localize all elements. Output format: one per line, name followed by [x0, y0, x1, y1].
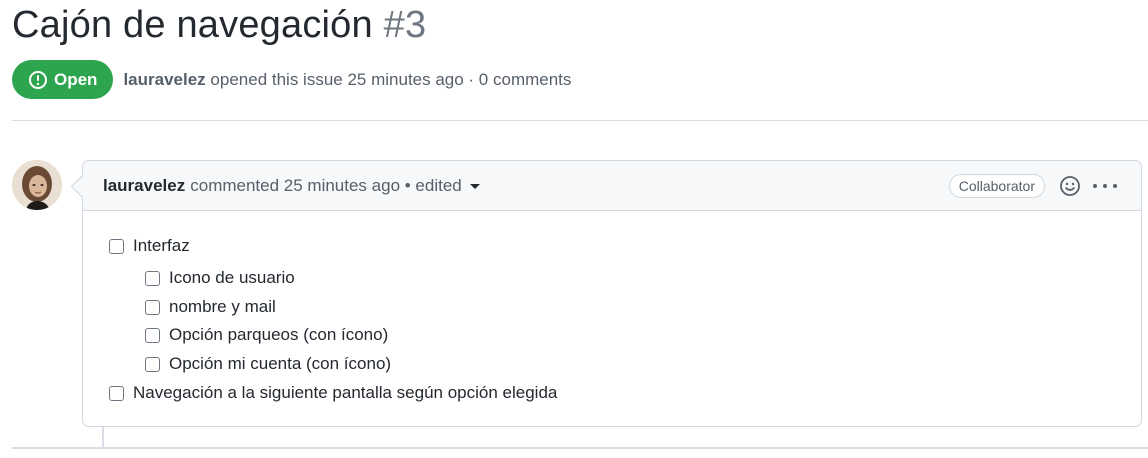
task-label: Opción parqueos (con ícono) [169, 325, 389, 344]
caret-down-icon [469, 183, 480, 189]
timeline-line [102, 427, 104, 447]
timeline-divider [12, 447, 1148, 449]
task-checkbox[interactable] [109, 385, 124, 401]
issue-number: #3 [383, 4, 427, 46]
task-item: Navegación a la siguiente pantalla según… [109, 383, 557, 403]
task-checkbox[interactable] [109, 238, 124, 254]
issue-state-badge: Open [12, 60, 114, 99]
task-item: Opción mi cuenta (con ícono) [145, 354, 391, 374]
task-checkbox[interactable] [145, 327, 160, 343]
header-divider [12, 120, 1148, 121]
issue-opened-icon [29, 70, 47, 89]
task-label: nombre y mail [169, 297, 276, 316]
comment-header: lauravelez commented 25 minutes ago • ed… [83, 161, 1141, 211]
issue-title-text: Cajón de navegación [12, 4, 373, 46]
comment-meta-text: commented 25 minutes ago • edited [190, 175, 462, 195]
kebab-menu-icon[interactable] [1093, 175, 1117, 197]
task-item: Opción parqueos (con ícono) [145, 325, 388, 345]
issue-state-label: Open [54, 69, 98, 89]
task-item: Interfaz [109, 236, 190, 256]
smiley-icon [1060, 176, 1080, 196]
task-label: Navegación a la siguiente pantalla según… [133, 383, 558, 402]
issue-title: Cajón de navegación #3 [12, 4, 426, 47]
task-label: Opción mi cuenta (con ícono) [169, 354, 392, 373]
task-item: nombre y mail [145, 297, 276, 317]
comment-author-link[interactable]: lauravelez [103, 176, 185, 196]
task-item: Icono de usuario [145, 268, 295, 288]
comment-box: lauravelez commented 25 minutes ago • ed… [82, 160, 1142, 427]
add-reaction-button[interactable] [1059, 175, 1081, 197]
task-checkbox[interactable] [145, 356, 160, 372]
task-checkbox[interactable] [145, 299, 160, 315]
avatar-image [12, 160, 62, 210]
issue-author-link[interactable]: lauravelez [123, 70, 205, 89]
task-label: Icono de usuario [169, 268, 295, 287]
issue-meta: Open lauravelez opened this issue 25 min… [12, 60, 571, 99]
issue-opened-text: opened this issue 25 minutes ago · 0 com… [210, 69, 572, 89]
task-label: Interfaz [133, 236, 190, 255]
task-checkbox[interactable] [145, 270, 160, 286]
role-badge: Collaborator [948, 174, 1045, 198]
comment-meta[interactable]: commented 25 minutes ago • edited [190, 176, 480, 196]
avatar[interactable] [12, 160, 62, 210]
issue-opened-summary: lauravelez opened this issue 25 minutes … [123, 70, 571, 90]
